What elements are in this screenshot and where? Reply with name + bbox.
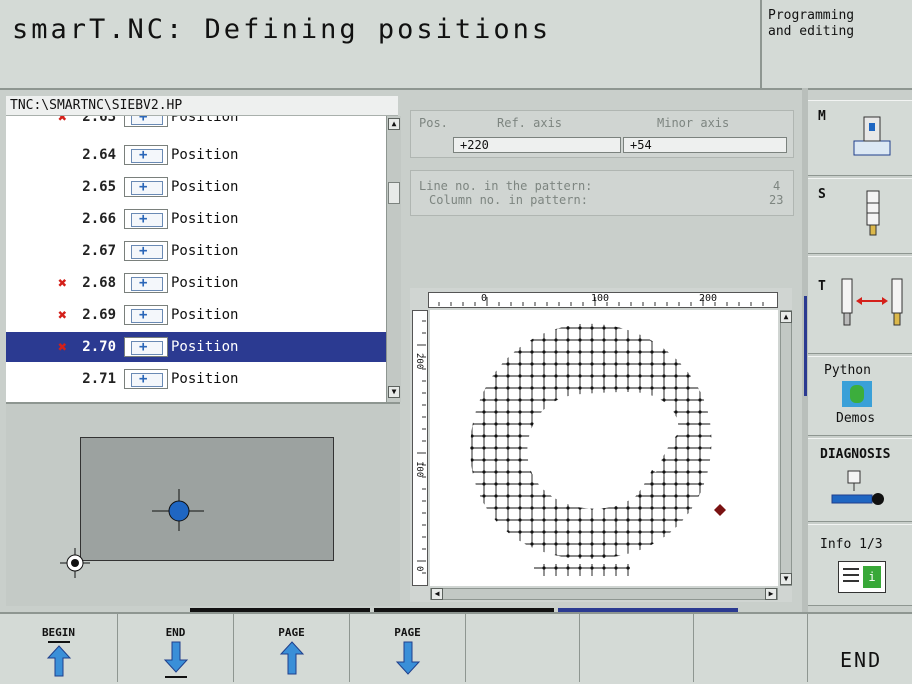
page-up-softkey[interactable]: PAGE — [234, 614, 350, 682]
file-path: TNC:\SMARTNC\SIEBV2.HP — [6, 96, 398, 116]
program-tree: ✖ 2.63 + Position 2.64 + Position 2.65 +… — [6, 116, 386, 402]
tool-icon — [841, 278, 903, 326]
row-number: 2.66 — [82, 211, 116, 227]
ruler-top-label: 200 — [699, 293, 718, 304]
python-icon — [842, 381, 872, 407]
position-group: Pos. Ref. axis Minor axis +220 +54 — [410, 110, 794, 158]
header-bar: smarT.NC: Defining positions — [0, 0, 762, 90]
position-marker-icon — [152, 489, 204, 531]
empty-softkey[interactable] — [580, 614, 694, 682]
empty-softkey[interactable] — [694, 614, 808, 682]
row-number: 2.63 — [82, 116, 116, 125]
workpiece-preview — [80, 437, 334, 561]
row-label: Position — [171, 243, 239, 259]
scroll-right-button[interactable]: ▶ — [765, 588, 777, 600]
scroll-left-button[interactable]: ◀ — [431, 588, 443, 600]
row-label: Position — [171, 307, 239, 323]
arrow-down-icon — [395, 641, 421, 675]
current-position-marker — [714, 504, 726, 516]
scroll-up-button[interactable]: ▲ — [780, 311, 792, 323]
row-label: Position — [171, 179, 239, 195]
spindle-icon — [866, 190, 880, 236]
scroll-down-button[interactable]: ▼ — [780, 573, 792, 585]
scroll-up-button[interactable]: ▲ — [388, 118, 400, 130]
list-scrollbar[interactable]: ▲ ▼ — [386, 116, 401, 402]
ruler-left-label: 100 — [414, 461, 424, 478]
tree-row[interactable]: 2.66 + Position — [6, 204, 386, 234]
mode-label: Programming and editing — [768, 8, 855, 39]
tree-row-selected[interactable]: ✖ 2.70 + Position — [6, 332, 386, 362]
end-list-softkey[interactable]: END — [118, 614, 234, 682]
row-label: Position — [171, 147, 239, 163]
diagnosis-softkey[interactable]: DIAGNOSIS — [808, 438, 912, 522]
graphic-hscrollbar[interactable]: ◀ ▶ — [430, 588, 778, 600]
softkey-level-indicator — [190, 608, 370, 612]
tree-row[interactable]: 2.67 + Position — [6, 236, 386, 266]
row-label: Position — [171, 116, 239, 125]
tree-row[interactable]: ✖ 2.68 + Position — [6, 268, 386, 298]
spiral-pattern — [470, 323, 726, 576]
diagnosis-icon — [831, 470, 884, 505]
ref-axis-field[interactable]: +220 — [453, 137, 621, 153]
tree-row[interactable]: 2.71 + Position — [6, 364, 386, 394]
arrow-down-icon — [163, 641, 189, 678]
row-number: 2.71 — [82, 371, 116, 387]
softkey-level-indicator-active — [558, 608, 738, 612]
ruler-top: 0 100 200 — [428, 292, 778, 308]
ref-axis-label: Ref. axis — [497, 116, 563, 130]
arrow-up-icon — [46, 641, 72, 677]
row-label: Position — [171, 371, 239, 387]
row-label: Position — [171, 275, 239, 291]
line-number-label: Line no. in the pattern: — [419, 179, 593, 193]
s-spindle-softkey[interactable]: S — [808, 178, 912, 254]
empty-softkey[interactable] — [466, 614, 580, 682]
operating-mode: Programming and editing — [762, 0, 912, 90]
tree-row[interactable]: ✖ 2.63 + Position — [6, 116, 386, 132]
python-demos-softkey[interactable]: Python Demos — [808, 356, 912, 436]
minor-axis-label: Minor axis — [657, 116, 730, 130]
info-softkey[interactable]: Info 1/3 i — [808, 524, 912, 606]
info-icon: i — [838, 561, 886, 593]
page-down-softkey[interactable]: PAGE — [350, 614, 466, 682]
ruler-left: 200 100 0 — [412, 310, 428, 586]
row-label: Position — [171, 339, 239, 355]
arrow-up-icon — [279, 641, 305, 675]
tree-row[interactable]: 2.65 + Position — [6, 172, 386, 202]
m-function-icon — [853, 116, 891, 156]
tree-row[interactable]: 2.64 + Position — [6, 140, 386, 170]
softkey-scroll-indicator — [804, 296, 807, 396]
t-tool-softkey[interactable]: T — [808, 256, 912, 354]
graphic-vscrollbar[interactable]: ▲ ▼ — [780, 310, 792, 586]
ruler-left-label: 200 — [414, 353, 424, 370]
pattern-canvas[interactable] — [430, 310, 778, 586]
tree-row[interactable]: ✖ 2.69 + Position — [6, 300, 386, 330]
ruler-left-label: 0 — [414, 566, 424, 572]
row-number: 2.64 — [82, 147, 116, 163]
scroll-down-button[interactable]: ▼ — [388, 386, 400, 398]
pattern-info-group: Line no. in the pattern: 4 Column no. in… — [410, 170, 794, 216]
column-number-value: 23 — [769, 193, 784, 207]
scroll-thumb[interactable] — [388, 182, 400, 204]
end-key-label: END — [840, 648, 883, 672]
begin-softkey[interactable]: BEGIN — [0, 614, 118, 682]
row-number: 2.68 — [82, 275, 116, 291]
page-title: smarT.NC: Defining positions — [12, 14, 552, 45]
ruler-top-label: 0 — [481, 293, 488, 304]
m-function-softkey[interactable]: M — [808, 100, 912, 176]
pos-label: Pos. — [419, 116, 448, 130]
column-number-label: Column no. in pattern: — [429, 193, 588, 207]
row-number: 2.65 — [82, 179, 116, 195]
row-number: 2.70 — [82, 339, 116, 355]
softkey-level-indicator — [374, 608, 554, 612]
line-number-value: 4 — [773, 179, 781, 193]
row-label: Position — [171, 211, 239, 227]
ruler-top-label: 100 — [591, 293, 610, 304]
row-number: 2.67 — [82, 243, 116, 259]
row-number: 2.69 — [82, 307, 116, 323]
origin-datum-icon — [60, 548, 90, 578]
minor-axis-field[interactable]: +54 — [623, 137, 787, 153]
